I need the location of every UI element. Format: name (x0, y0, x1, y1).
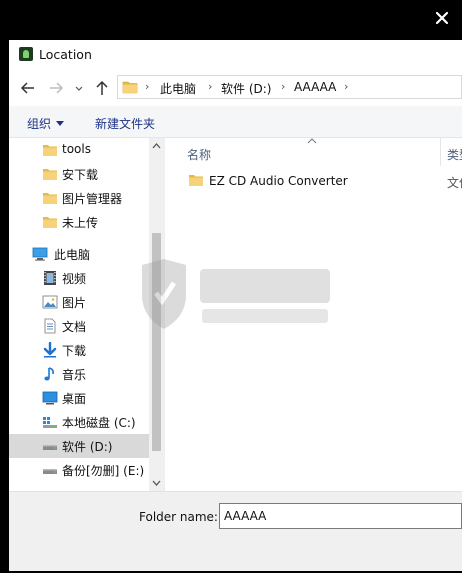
nav-item-label: tools (62, 142, 91, 156)
new-folder-button[interactable]: 新建文件夹 (95, 115, 155, 132)
nav-item-documents[interactable]: 文档 (9, 314, 149, 338)
command-bar: 组织 新建文件夹 (9, 106, 462, 138)
column-header-type[interactable]: 类型 (447, 146, 462, 163)
scroll-up-arrow-icon[interactable] (149, 138, 164, 154)
folder-name-input[interactable] (219, 503, 462, 529)
desktop-icon (42, 391, 58, 405)
dialog-title: Location (39, 47, 92, 62)
breadcrumb-this-pc[interactable]: 此电脑 (160, 80, 196, 97)
video-icon (44, 271, 56, 285)
organize-menu-button[interactable]: 组织 (27, 115, 65, 132)
nav-item-drive-e[interactable]: 备份[勿删] (E:) (9, 458, 149, 482)
file-row-type: 文件 (447, 176, 462, 190)
scroll-down-arrow-icon[interactable] (149, 475, 164, 491)
organize-label: 组织 (27, 117, 52, 131)
nav-pane-scrollbar[interactable] (149, 138, 164, 491)
download-icon (43, 342, 57, 358)
column-divider[interactable] (440, 138, 441, 166)
drive-icon (43, 469, 57, 474)
nav-item-label: 视频 (62, 272, 87, 286)
nav-item-label: 软件 (D:) (62, 440, 113, 454)
dialog-footer: Folder name: (9, 491, 462, 571)
nav-item-not-uploaded[interactable]: 未上传 (9, 210, 149, 234)
nav-item-label: 桌面 (62, 392, 87, 406)
nav-item-anxiazai[interactable]: 安下载 (9, 162, 149, 186)
nav-item-videos[interactable]: 视频 (9, 266, 149, 290)
dialog-titlebar: Location (9, 40, 462, 70)
music-icon (44, 367, 54, 381)
folder-icon (189, 175, 203, 186)
breadcrumb-separator[interactable]: › (145, 80, 149, 93)
navigation-pane[interactable]: tools 安下载 图片管理器 未上传 此电脑 视频 图片 文档 下载 音乐 桌… (9, 138, 164, 491)
nav-item-desktop[interactable]: 桌面 (9, 386, 149, 410)
folder-icon (43, 217, 57, 228)
breadcrumb-separator[interactable]: › (208, 80, 212, 93)
address-bar[interactable]: › 此电脑 › 软件 (D:) › AAAAA › (117, 75, 462, 99)
recent-locations-chevron-icon[interactable] (73, 79, 85, 97)
breadcrumb-drive-d[interactable]: 软件 (D:) (221, 80, 271, 97)
location-dialog: Location › 此电脑 › 软件 (D:) › AAAAA › 组织 新建… (9, 40, 462, 571)
sort-ascending-icon (307, 138, 317, 144)
breadcrumb-separator[interactable]: › (281, 80, 285, 93)
nav-item-drive-d[interactable]: 软件 (D:) (9, 434, 149, 458)
file-row-name: EZ CD Audio Converter (209, 174, 348, 188)
navigation-row: › 此电脑 › 软件 (D:) › AAAAA › (9, 70, 462, 106)
nav-item-label: 备份[勿删] (E:) (62, 464, 145, 478)
breadcrumb-separator[interactable]: › (344, 80, 348, 93)
dropdown-caret-icon (56, 121, 65, 126)
close-icon[interactable] (434, 10, 450, 26)
file-list-pane[interactable]: 名称 类型 EZ CD Audio Converter 文件 (164, 138, 462, 491)
folder-icon (43, 193, 57, 204)
nav-item-label: 未上传 (62, 216, 99, 230)
file-row[interactable]: EZ CD Audio Converter 文件 (165, 170, 462, 192)
scrollbar-thumb[interactable] (152, 233, 161, 451)
drive-icon (43, 445, 57, 450)
folder-icon (43, 145, 57, 156)
nav-item-downloads[interactable]: 下载 (9, 338, 149, 362)
nav-item-pictures[interactable]: 图片 (9, 290, 149, 314)
windows-drive-icon (43, 417, 57, 428)
nav-item-label: 安下载 (62, 168, 99, 182)
breadcrumb-current-folder[interactable]: AAAAA (294, 80, 336, 94)
nav-item-this-pc[interactable]: 此电脑 (9, 242, 149, 266)
nav-item-image-manager[interactable]: 图片管理器 (9, 186, 149, 210)
back-arrow-icon[interactable] (19, 79, 37, 97)
computer-icon (32, 247, 48, 261)
nav-item-drive-c[interactable]: 本地磁盘 (C:) (9, 410, 149, 434)
nav-item-label: 本地磁盘 (C:) (62, 416, 136, 430)
up-arrow-icon[interactable] (93, 79, 111, 97)
folder-icon (43, 169, 57, 180)
nav-item-label: 下载 (62, 344, 87, 358)
folder-icon (122, 81, 138, 94)
app-icon (19, 47, 33, 61)
nav-item-label: 文档 (62, 320, 87, 334)
nav-item-label: 图片 (62, 296, 87, 310)
folder-name-label: Folder name: (139, 510, 218, 524)
documents-icon (44, 318, 56, 334)
column-header-name[interactable]: 名称 (187, 146, 211, 163)
outer-window-bar (0, 0, 462, 40)
nav-item-label: 此电脑 (54, 248, 91, 262)
nav-item-label: 图片管理器 (62, 192, 123, 206)
nav-item-label: 音乐 (62, 368, 87, 382)
pictures-icon (42, 295, 58, 309)
nav-item-music[interactable]: 音乐 (9, 362, 149, 386)
forward-arrow-icon[interactable] (47, 79, 65, 97)
column-header-row: 名称 类型 (165, 138, 462, 166)
nav-item-tools[interactable]: tools (9, 138, 149, 162)
